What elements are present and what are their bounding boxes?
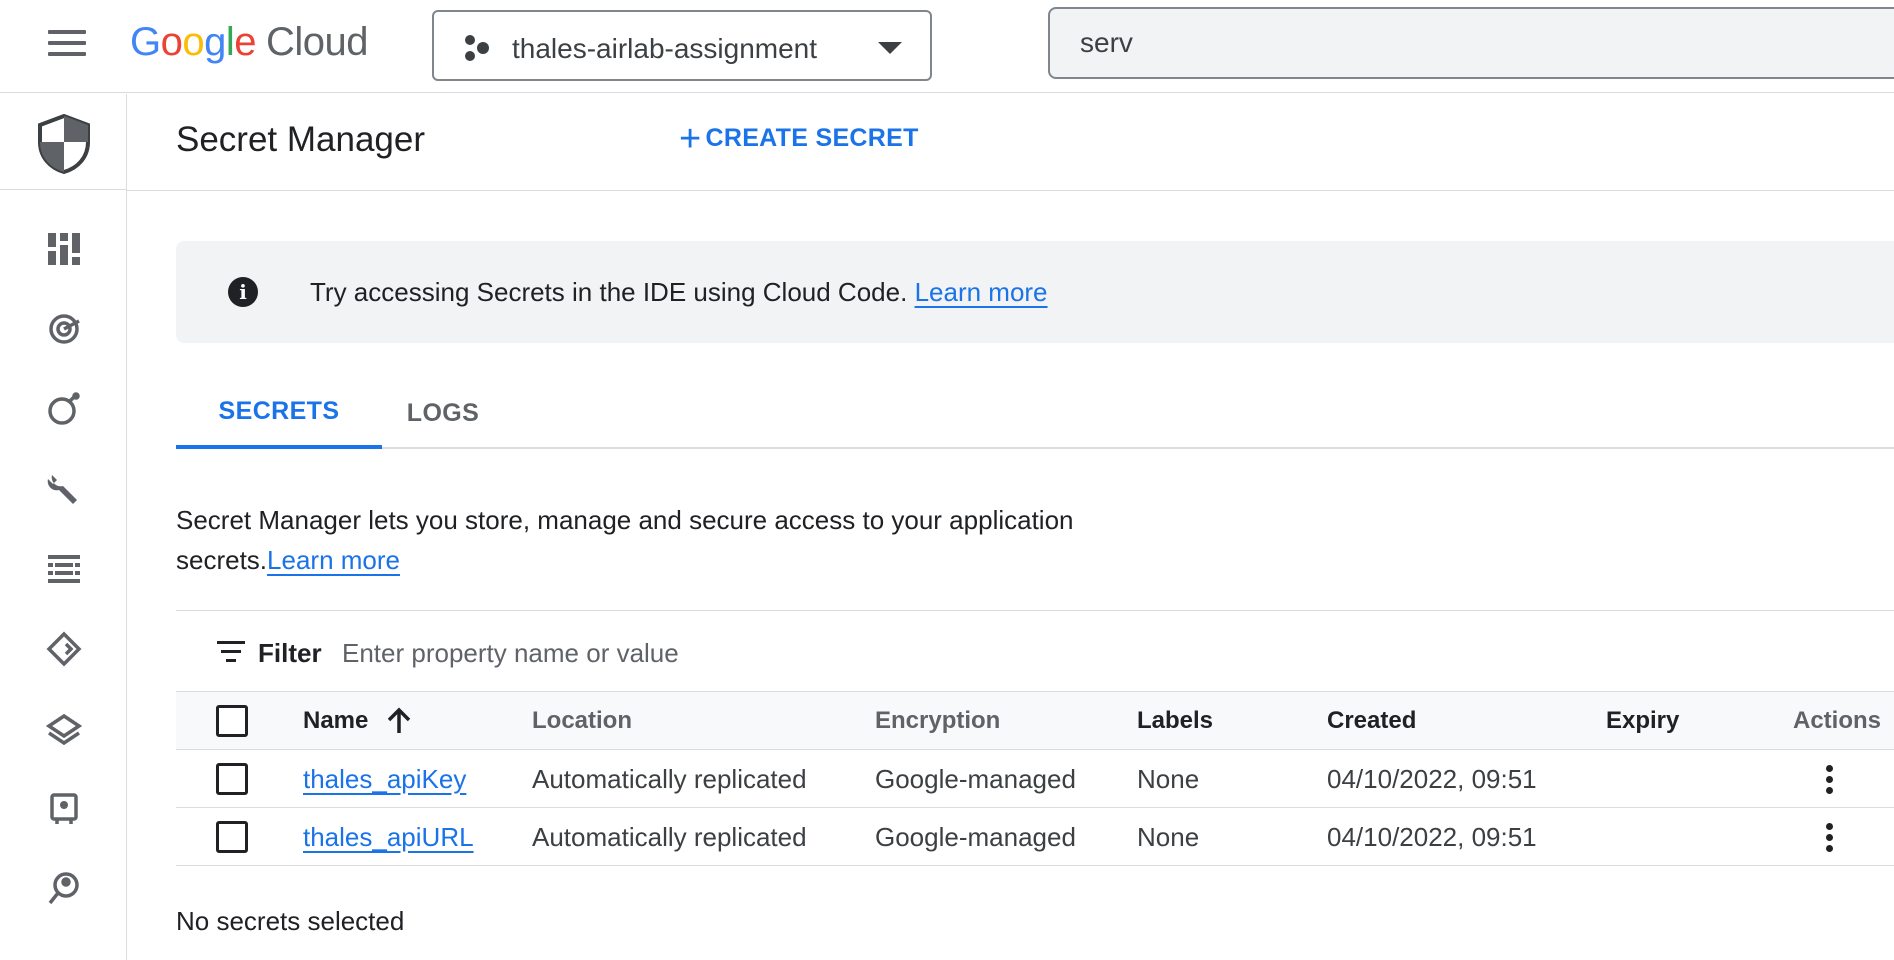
banner-text: Try accessing Secrets in the IDE using C…	[310, 277, 908, 307]
column-header-expiry[interactable]: Expiry	[1606, 692, 1679, 750]
logo-letter: o	[182, 20, 205, 64]
banner-message: Try accessing Secrets in the IDE using C…	[310, 277, 1048, 308]
row-checkbox[interactable]	[216, 821, 248, 853]
column-header-location[interactable]: Location	[532, 692, 632, 750]
dashboard-icon[interactable]	[40, 225, 88, 273]
more-vert-icon[interactable]	[1814, 759, 1844, 799]
created-cell: 04/10/2022, 09:51	[1327, 821, 1537, 852]
secret-name-cell: thales_apiURL	[303, 808, 474, 866]
encryption-cell: Google-managed	[875, 763, 1076, 794]
info-icon: i	[228, 277, 258, 307]
description-learn-more-link[interactable]: Learn more	[267, 545, 400, 575]
tab-logs[interactable]: LOGS	[382, 378, 504, 449]
create-secret-button[interactable]: + CREATE SECRET	[679, 117, 919, 160]
created-cell: 04/10/2022, 09:51	[1327, 763, 1537, 794]
filter-icon[interactable]	[216, 641, 246, 663]
secrets-table: Name Location Encryption Labels Created …	[176, 692, 1894, 866]
row-select-cell	[216, 808, 248, 866]
location-cell: Automatically replicated	[532, 763, 807, 794]
row-actions-cell	[1814, 750, 1844, 808]
chevron-down-icon	[878, 42, 902, 54]
page-description: Secret Manager lets you store, manage an…	[176, 500, 1096, 580]
list-table-icon[interactable]	[40, 545, 88, 593]
project-name: thales-airlab-assignment	[512, 33, 818, 64]
security-shield-icon[interactable]	[38, 114, 90, 174]
row-checkbox[interactable]	[216, 763, 248, 795]
project-picker[interactable]: thales-airlab-assignment	[432, 10, 932, 81]
column-header-labels[interactable]: Labels	[1137, 692, 1213, 750]
rail-header	[0, 94, 127, 190]
tab-bar: SECRETS LOGS	[176, 378, 1894, 449]
column-header-created[interactable]: Created	[1327, 692, 1416, 750]
table-row: thales_apiKey Automatically replicated G…	[176, 750, 1894, 808]
logo-letter: G	[130, 20, 161, 64]
secret-name-link[interactable]: thales_apiURL	[303, 822, 474, 853]
project-hexagons-icon	[465, 35, 489, 61]
column-header-name[interactable]: Name	[303, 692, 412, 750]
google-logo-text: Google	[130, 20, 257, 64]
logo-letter: o	[160, 20, 183, 64]
selection-status: No secrets selected	[176, 906, 405, 936]
column-header-name-label: Name	[303, 707, 369, 734]
google-cloud-logo[interactable]: Google Cloud	[130, 20, 369, 65]
filter-bar: Filter	[176, 610, 1894, 692]
table-row: thales_apiURL Automatically replicated G…	[176, 808, 1894, 866]
diamond-route-icon[interactable]	[40, 625, 88, 673]
top-bar: Google Cloud thales-airlab-assignment	[0, 0, 1894, 93]
row-actions-cell	[1814, 808, 1844, 866]
logo-letter: l	[225, 20, 235, 64]
labels-cell: None	[1137, 763, 1200, 794]
column-header-encryption[interactable]: Encryption	[875, 692, 1000, 750]
logo-letter: e	[234, 20, 257, 64]
row-select-cell	[216, 750, 248, 808]
labels-cell: None	[1137, 821, 1200, 852]
shield-radar-icon[interactable]	[40, 305, 88, 353]
table-header-row: Name Location Encryption Labels Created …	[176, 692, 1894, 750]
left-nav-rail	[0, 94, 127, 960]
search-bar[interactable]	[1048, 7, 1894, 79]
filter-label: Filter	[258, 638, 322, 668]
location-cell: Automatically replicated	[532, 821, 807, 852]
page-title: Secret Manager	[176, 120, 426, 159]
bomb-icon[interactable]	[40, 385, 88, 433]
create-secret-label: CREATE SECRET	[705, 124, 919, 152]
select-all-checkbox[interactable]	[216, 705, 248, 737]
logo-letter: g	[204, 20, 226, 64]
filter-input[interactable]	[342, 635, 1142, 671]
encryption-cell: Google-managed	[875, 821, 1076, 852]
more-vert-icon[interactable]	[1814, 817, 1844, 857]
building-icon[interactable]	[40, 785, 88, 833]
banner-learn-more-link[interactable]: Learn more	[915, 277, 1048, 307]
layers-icon[interactable]	[40, 705, 88, 753]
wrench-icon[interactable]	[40, 465, 88, 513]
arrow-up-sort-icon	[386, 707, 412, 735]
tab-secrets[interactable]: SECRETS	[176, 378, 382, 449]
cloud-logo-text: Cloud	[266, 20, 369, 64]
plus-icon: +	[679, 117, 702, 160]
page-header: Secret Manager + CREATE SECRET	[127, 94, 1894, 191]
column-header-actions: Actions	[1793, 707, 1882, 734]
main-menu-icon[interactable]	[48, 30, 86, 60]
secret-name-cell: thales_apiKey	[303, 750, 466, 808]
person-search-icon[interactable]	[40, 865, 88, 913]
search-input[interactable]	[1080, 25, 1780, 61]
secret-name-link[interactable]: thales_apiKey	[303, 764, 466, 795]
info-banner: i Try accessing Secrets in the IDE using…	[176, 241, 1894, 343]
select-all-cell	[216, 692, 248, 750]
